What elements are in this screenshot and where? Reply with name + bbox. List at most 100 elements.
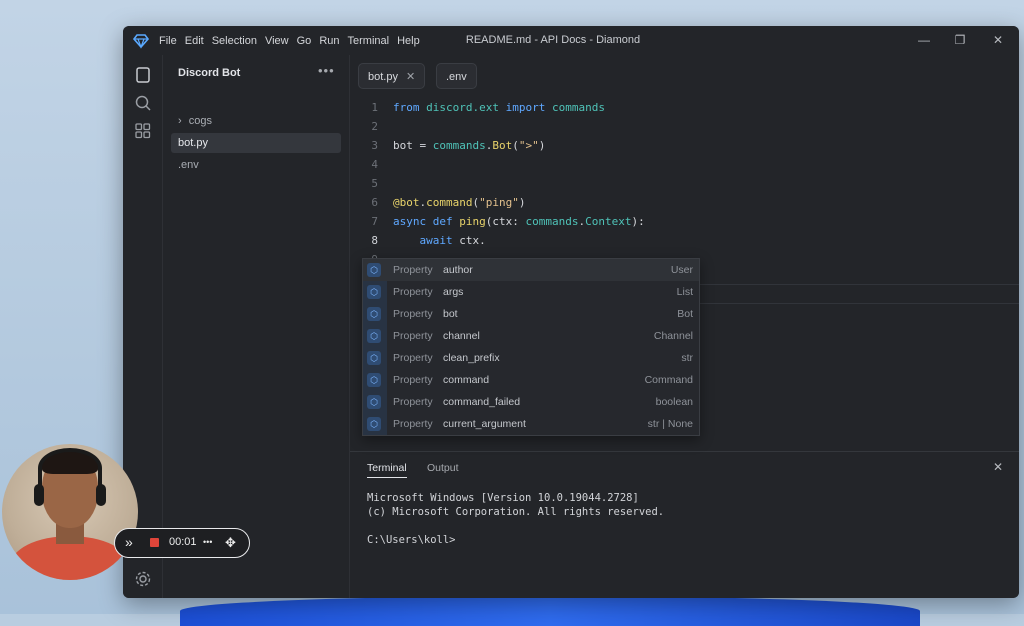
menu-edit[interactable]: Edit xyxy=(185,35,204,47)
settings-gear-icon[interactable] xyxy=(133,569,153,589)
terminal-line: Microsoft Windows [Version 10.0.19044.27… xyxy=(367,492,639,504)
suggestion-item[interactable]: ⬡ Property clean_prefix str xyxy=(363,347,699,369)
suggestion-name: bot xyxy=(443,308,458,320)
suggestion-name: command_failed xyxy=(443,396,521,408)
close-panel-icon[interactable]: ✕ xyxy=(993,460,1003,474)
more-options-icon[interactable]: ••• xyxy=(203,529,212,556)
menu-terminal[interactable]: Terminal xyxy=(348,35,390,47)
property-icon: ⬡ xyxy=(367,351,381,365)
line-number: 5 xyxy=(371,177,378,190)
expand-icon[interactable]: » xyxy=(125,529,133,556)
suggestion-type: Channel xyxy=(653,330,693,342)
property-icon: ⬡ xyxy=(367,263,381,277)
property-icon: ⬡ xyxy=(367,373,381,387)
maximize-button[interactable]: ❐ xyxy=(945,26,975,55)
tree-folder-cogs[interactable]: › cogs xyxy=(171,111,341,131)
search-icon[interactable] xyxy=(133,93,153,113)
suggestion-name: current_argument xyxy=(443,418,526,430)
line-number: 8 xyxy=(371,234,378,247)
wallpaper-bloom xyxy=(180,596,920,626)
property-icon: ⬡ xyxy=(367,307,381,321)
headphones-band xyxy=(38,448,102,488)
menu-bar: File Edit Selection View Go Run Terminal… xyxy=(159,26,420,55)
property-icon: ⬡ xyxy=(367,329,381,343)
tree-item-label: bot.py xyxy=(178,137,208,149)
chevron-right-icon: › xyxy=(178,115,182,127)
suggestion-name: args xyxy=(443,286,464,298)
menu-help[interactable]: Help xyxy=(397,35,420,47)
stop-recording-button[interactable] xyxy=(150,538,159,547)
file-explorer: Discord Bot ••• › cogs bot.py .env xyxy=(163,55,350,598)
tab-bot-py[interactable]: bot.py ✕ xyxy=(358,63,426,89)
tab-env[interactable]: .env xyxy=(436,63,477,89)
suggestion-kind: Property xyxy=(393,264,433,276)
move-handle-icon[interactable]: ✥ xyxy=(225,529,236,556)
suggestion-type: Bot xyxy=(677,308,693,320)
tab-label: .env xyxy=(446,71,467,83)
code-line: @bot.command("ping") xyxy=(393,196,526,209)
explorer-more-icon[interactable]: ••• xyxy=(318,63,335,78)
line-number: 6 xyxy=(371,196,378,209)
code-line: await ctx. xyxy=(419,234,486,247)
line-number: 4 xyxy=(371,158,378,171)
property-icon: ⬡ xyxy=(367,285,381,299)
code-line: async def ping(ctx: commands.Context): xyxy=(393,215,645,228)
suggestion-item[interactable]: ⬡ Property bot Bot xyxy=(363,303,699,325)
tree-file-env[interactable]: .env xyxy=(171,155,341,175)
suggestion-kind: Property xyxy=(393,308,433,320)
suggestion-type: Command xyxy=(644,374,693,386)
suggestion-kind: Property xyxy=(393,352,433,364)
tree-file-bot-py[interactable]: bot.py xyxy=(171,133,341,153)
suggestion-type: str | None xyxy=(647,418,693,430)
suggestion-name: command xyxy=(443,374,490,386)
webcam-bubble[interactable] xyxy=(2,444,138,580)
suggestion-name: clean_prefix xyxy=(443,352,500,364)
extensions-icon[interactable] xyxy=(133,121,153,141)
tab-terminal[interactable]: Terminal xyxy=(367,462,407,478)
suggestion-type: List xyxy=(676,286,693,298)
tree-item-label: cogs xyxy=(188,115,212,127)
tab-label: bot.py xyxy=(368,71,398,83)
menu-selection[interactable]: Selection xyxy=(212,35,257,47)
terminal-prompt[interactable]: C:\Users\koll> xyxy=(367,534,456,546)
suggestion-name: author xyxy=(443,264,473,276)
suggestion-kind: Property xyxy=(393,330,433,342)
title-bar: File Edit Selection View Go Run Terminal… xyxy=(123,26,1019,55)
line-number: 2 xyxy=(371,120,378,133)
explorer-title: Discord Bot xyxy=(178,67,241,79)
terminal-line: (c) Microsoft Corporation. All rights re… xyxy=(367,506,665,518)
recording-timer: 00:01 xyxy=(169,536,197,548)
suggestion-item[interactable]: ⬡ Property args List xyxy=(363,281,699,303)
code-line: bot = commands.Bot(">") xyxy=(393,139,546,152)
close-tab-icon[interactable]: ✕ xyxy=(406,71,415,83)
line-number: 7 xyxy=(371,215,378,228)
line-number: 1 xyxy=(371,101,378,114)
app-logo-icon[interactable] xyxy=(132,33,150,49)
autocomplete-popup: ⬡ Property author User ⬡ Property args L… xyxy=(362,258,700,436)
suggestion-item[interactable]: ⬡ Property channel Channel xyxy=(363,325,699,347)
suggestion-name: channel xyxy=(443,330,480,342)
menu-file[interactable]: File xyxy=(159,35,177,47)
recording-toolbar: » 00:01 ••• ✥ xyxy=(114,528,250,558)
property-icon: ⬡ xyxy=(367,417,381,431)
suggestion-item[interactable]: ⬡ Property command_failed boolean xyxy=(363,391,699,413)
close-window-button[interactable]: ✕ xyxy=(983,26,1013,55)
minimize-button[interactable]: — xyxy=(909,26,939,55)
suggestion-kind: Property xyxy=(393,418,433,430)
menu-view[interactable]: View xyxy=(265,35,289,47)
tree-item-label: .env xyxy=(178,159,199,171)
suggestion-type: boolean xyxy=(655,396,693,408)
property-icon: ⬡ xyxy=(367,395,381,409)
suggestion-item[interactable]: ⬡ Property current_argument str | None xyxy=(363,413,699,435)
line-number: 3 xyxy=(371,139,378,152)
tab-output[interactable]: Output xyxy=(427,462,459,474)
suggestion-item[interactable]: ⬡ Property command Command xyxy=(363,369,699,391)
menu-run[interactable]: Run xyxy=(319,35,339,47)
suggestion-item[interactable]: ⬡ Property author User xyxy=(363,259,699,281)
menu-go[interactable]: Go xyxy=(297,35,312,47)
headphone-left xyxy=(34,484,44,506)
window-title: README.md - API Docs - Diamond xyxy=(465,34,641,46)
code-line: from discord.ext import commands xyxy=(393,101,605,114)
files-icon[interactable] xyxy=(133,65,153,85)
suggestion-kind: Property xyxy=(393,286,433,298)
